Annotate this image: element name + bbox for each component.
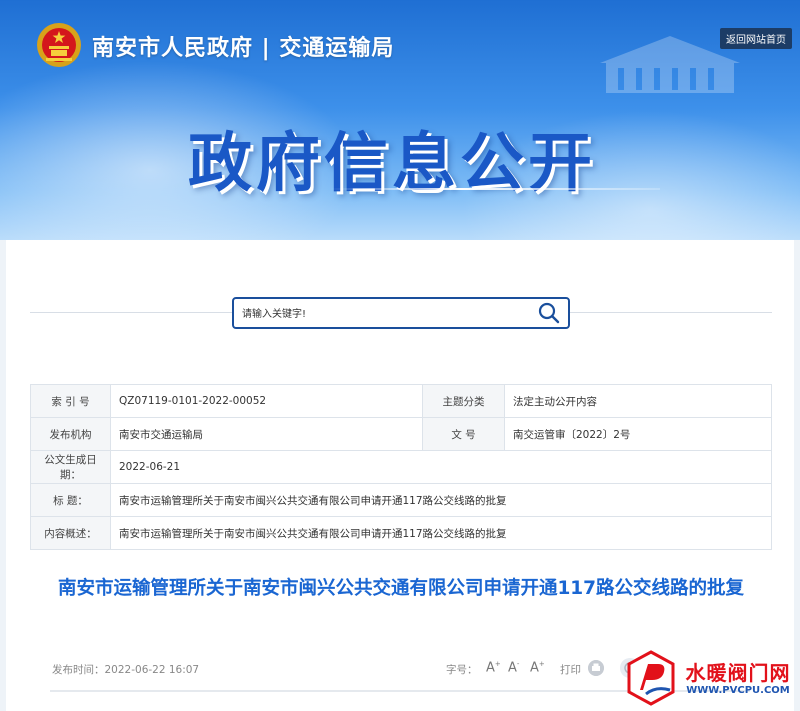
category-label: 主题分类 [422, 384, 505, 418]
header-banner: 南安市人民政府 | 交通运输局 返回网站首页 政府信息公开 [0, 0, 800, 240]
font-size-label: 字号： [446, 664, 478, 676]
table-row: 索 引 号 QZ07119-0101-2022-00052 主题分类 法定主动公… [30, 384, 772, 418]
content-card: 索 引 号 QZ07119-0101-2022-00052 主题分类 法定主动公… [6, 240, 794, 711]
table-row: 内容概述： 南安市运输管理所关于南安市闽兴公共交通有限公司申请开通117路公交线… [30, 516, 772, 550]
search-input[interactable] [242, 305, 522, 323]
title-value: 南安市运输管理所关于南安市闽兴公共交通有限公司申请开通117路公交线路的批复 [110, 483, 772, 517]
title-label: 标 题： [30, 483, 111, 517]
summary-label: 内容概述： [30, 516, 111, 550]
watermark-text: 水暖阀门网 WWW.PVCPU.COM [682, 662, 794, 698]
article-title: 南安市运输管理所关于南安市闽兴公共交通有限公司申请开通117路公交线路的批复 [57, 578, 745, 599]
site-title: 南安市人民政府 | 交通运输局 [92, 36, 395, 61]
index-value: QZ07119-0101-2022-00052 [110, 384, 423, 418]
publish-time: 发布时间：2022-06-22 16:07 [52, 664, 200, 676]
watermark-logo-icon [627, 650, 675, 706]
watermark-name: 水暖阀门网 [685, 661, 791, 685]
hero-title: 政府信息公开 [188, 127, 596, 201]
table-row: 标 题： 南安市运输管理所关于南安市闽兴公共交通有限公司申请开通117路公交线路… [30, 483, 772, 517]
info-table: 索 引 号 QZ07119-0101-2022-00052 主题分类 法定主动公… [30, 384, 772, 550]
search-icon[interactable] [538, 302, 560, 324]
publisher-value: 南安市交通运输局 [110, 417, 423, 451]
watermark-url: WWW.PVCPU.COM [686, 685, 790, 696]
category-value: 法定主动公开内容 [504, 384, 772, 418]
docno-label: 文 号 [422, 417, 505, 451]
return-home-link[interactable]: 返回网站首页 [720, 28, 792, 49]
date-value: 2022-06-21 [110, 450, 772, 484]
summary-value: 南安市运输管理所关于南安市闽兴公共交通有限公司申请开通117路公交线路的批复 [110, 516, 772, 550]
hero-underline [330, 188, 660, 190]
search-box [232, 297, 570, 329]
publisher-label: 发布机构 [30, 417, 111, 451]
font-medium-button[interactable]: A- [508, 660, 519, 675]
print-button[interactable]: 打印 [560, 662, 581, 677]
national-emblem-icon [37, 23, 81, 67]
table-row: 发布机构 南安市交通运输局 文 号 南交运管审〔2022〕2号 [30, 417, 772, 451]
date-label: 公文生成日期： [30, 450, 111, 484]
index-label: 索 引 号 [30, 384, 111, 418]
print-icon[interactable] [588, 660, 604, 676]
table-row: 公文生成日期： 2022-06-21 [30, 450, 772, 484]
font-small-button[interactable]: A+ [530, 660, 545, 675]
docno-value: 南交运管审〔2022〕2号 [504, 417, 772, 451]
font-large-button[interactable]: A+ [486, 660, 501, 675]
